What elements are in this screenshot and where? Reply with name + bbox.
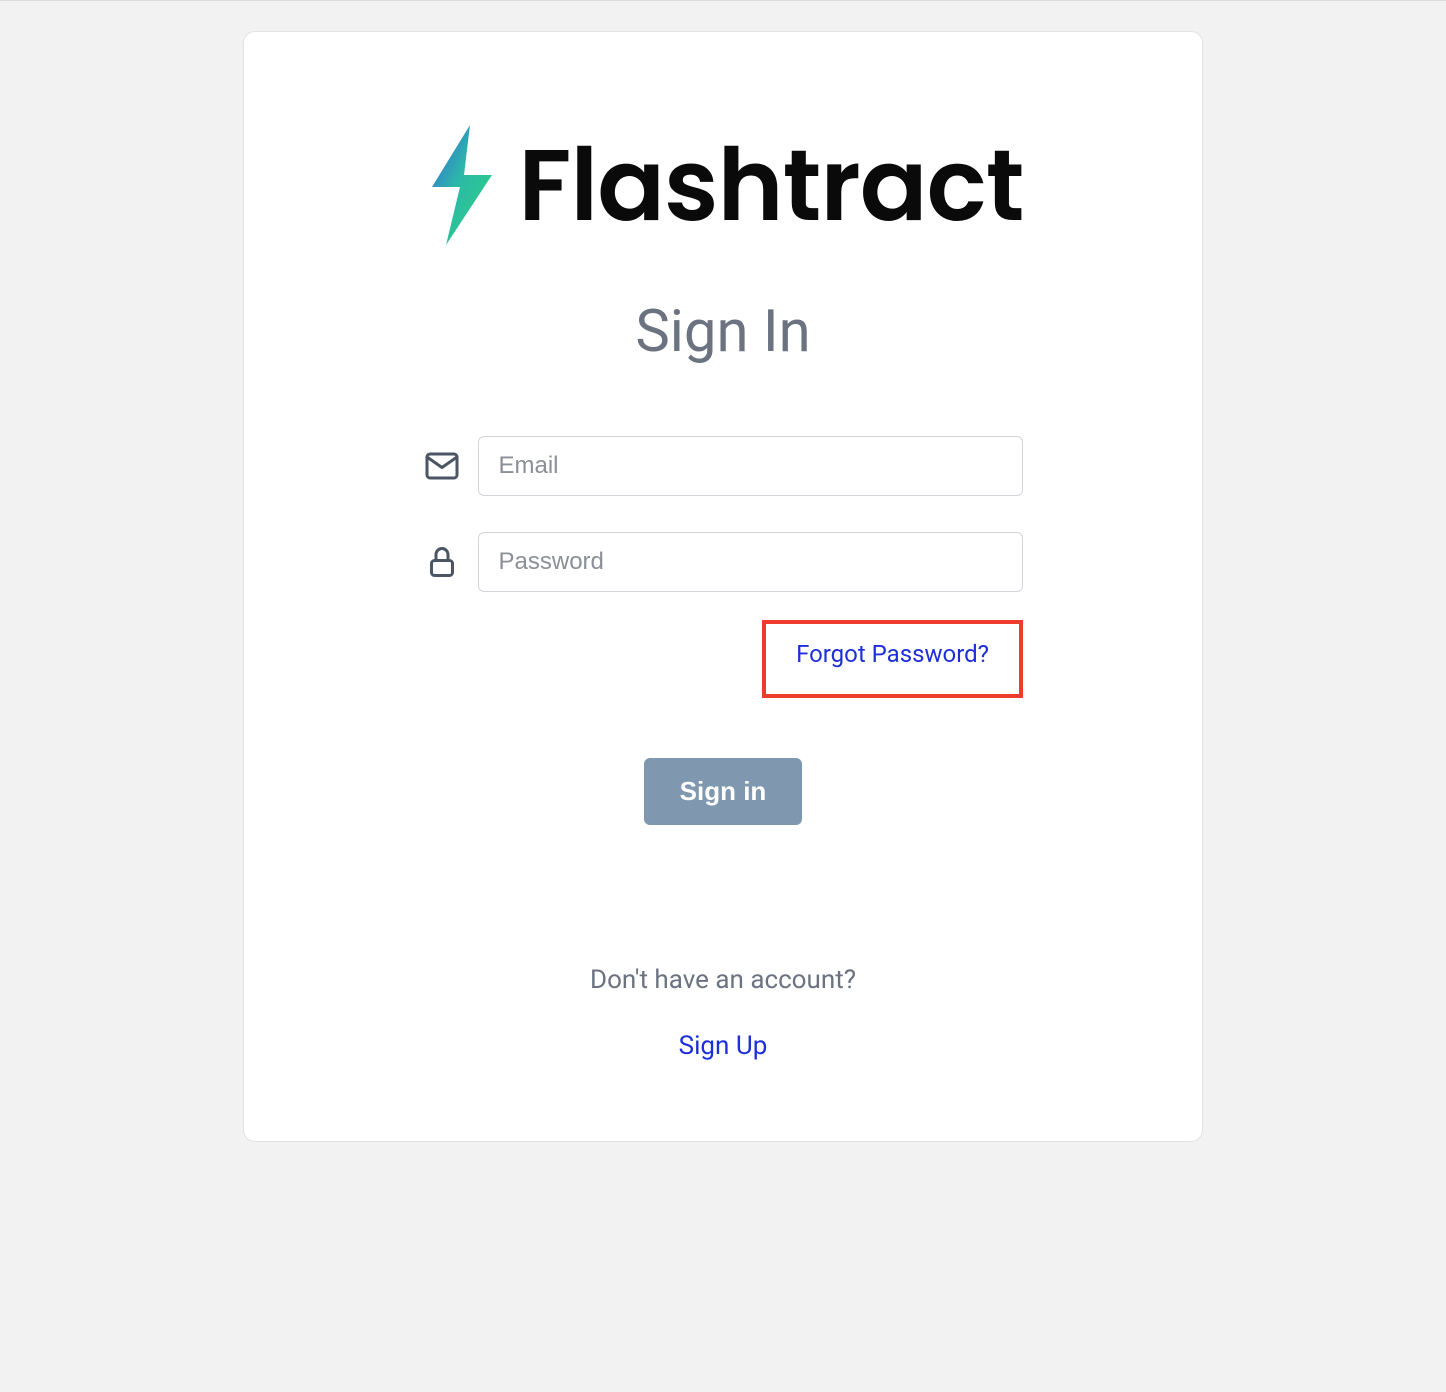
mail-icon [424, 448, 460, 484]
bolt-icon [422, 125, 500, 245]
forgot-password-container: Forgot Password? [423, 620, 1023, 698]
lock-icon [424, 544, 460, 580]
brand-logo: Flashtract [422, 110, 1023, 260]
signin-card: Flashtract Sign In Forgot Password? Sign… [243, 31, 1203, 1142]
password-row [424, 532, 1023, 592]
email-row [424, 436, 1023, 496]
highlight-annotation: Forgot Password? [762, 620, 1023, 698]
brand-name: Flashtract [518, 110, 1023, 260]
signup-link[interactable]: Sign Up [679, 1031, 768, 1061]
page-title: Sign In [635, 298, 810, 366]
email-input[interactable] [478, 436, 1023, 496]
signin-button[interactable]: Sign in [644, 758, 803, 825]
password-input[interactable] [478, 532, 1023, 592]
forgot-password-link[interactable]: Forgot Password? [796, 640, 989, 668]
no-account-text: Don't have an account? [590, 965, 856, 995]
